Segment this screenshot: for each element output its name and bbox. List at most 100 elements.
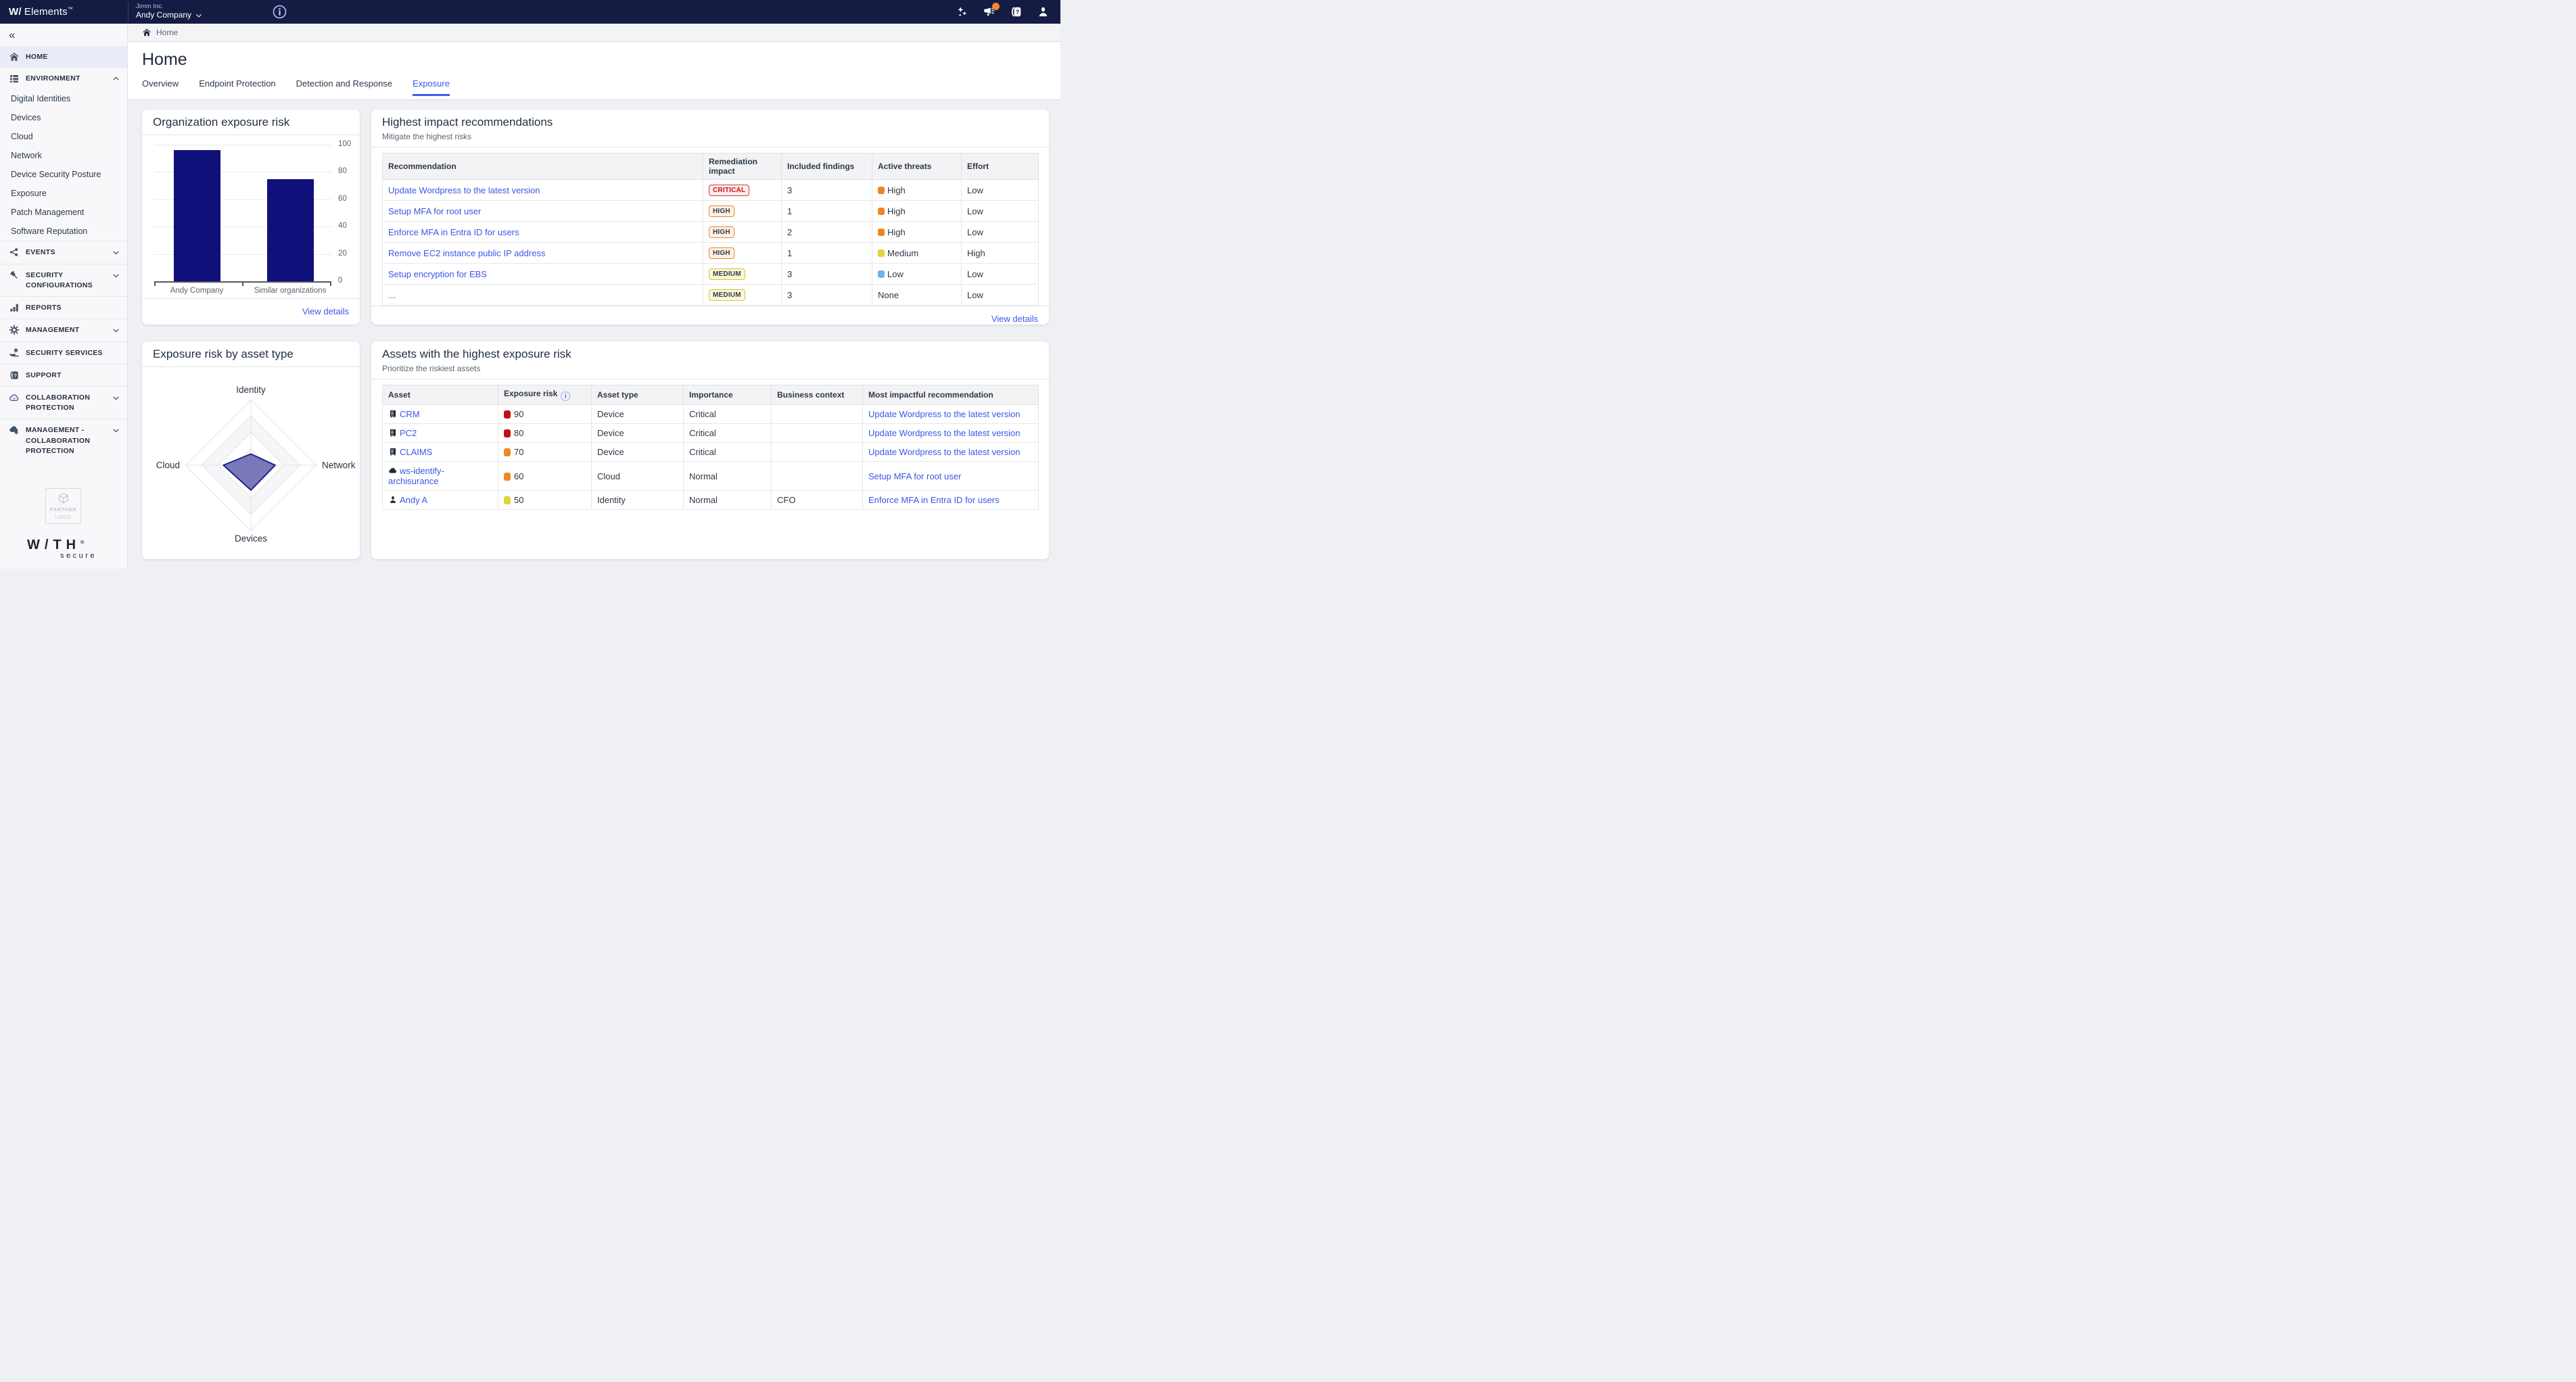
notification-badge xyxy=(992,3,1000,10)
card-subtitle: Prioritize the riskiest assets xyxy=(382,364,1038,373)
importance-value: Normal xyxy=(684,491,772,510)
cube-icon xyxy=(57,492,70,505)
column-header-exposure-risk: Exposure riski xyxy=(498,385,592,405)
svg-text:?: ? xyxy=(1016,9,1020,16)
elements-logo: W/Elements™ xyxy=(0,6,128,18)
recommendation-link[interactable]: ... xyxy=(388,290,396,300)
y-axis-tick-label: 40 xyxy=(338,222,347,230)
tab-detection-and-response[interactable]: Detection and Response xyxy=(296,78,392,96)
breadcrumb[interactable]: Home xyxy=(128,24,1060,42)
recommendation-link[interactable]: Update Wordpress to the latest version xyxy=(868,409,1021,419)
recommendation-link[interactable]: Update Wordpress to the latest version xyxy=(868,447,1021,457)
y-axis-tick-label: 80 xyxy=(338,167,347,175)
effort-value: Low xyxy=(962,222,1039,243)
asset-type-value: Device xyxy=(592,424,684,443)
tab-overview[interactable]: Overview xyxy=(142,78,179,96)
radar-axis-label-identity: Identity xyxy=(236,385,266,395)
recommendation-link[interactable]: Update Wordpress to the latest version xyxy=(388,185,540,195)
info-icon[interactable] xyxy=(272,4,287,20)
help-icon[interactable]: ? xyxy=(1010,5,1023,18)
included-findings-value: 3 xyxy=(782,264,872,285)
impact-badge: HIGH xyxy=(709,227,734,238)
sidebar-item-security-services[interactable]: SECURITY SERVICES xyxy=(0,341,127,364)
brand-word: W/TH xyxy=(27,538,80,552)
column-header-remediation-impact: Remediation impact xyxy=(703,153,782,180)
sidebar-item-label: HOME xyxy=(26,51,48,62)
sidebar-item-reports[interactable]: REPORTS xyxy=(0,296,127,318)
table-row: ws-identify-archisurance60CloudNormalSet… xyxy=(383,462,1039,491)
sidebar-item-home[interactable]: HOME xyxy=(0,46,127,68)
person-icon xyxy=(388,495,398,504)
sidebar-item-digital-identities[interactable]: Digital Identities xyxy=(0,89,127,108)
assets-table: AssetExposure riskiAsset typeImportanceB… xyxy=(382,385,1039,510)
sidebar-collapse-button[interactable]: « xyxy=(0,24,127,46)
sidebar-item-events[interactable]: EVENTS xyxy=(0,241,127,263)
info-icon[interactable]: i xyxy=(561,391,570,401)
sparkles-icon[interactable] xyxy=(956,5,968,18)
sidebar-item-network[interactable]: Network xyxy=(0,146,127,165)
page-title: Home xyxy=(142,50,1060,70)
logo-tm: ™ xyxy=(68,6,73,12)
partner-logo-line1: PARTNER xyxy=(50,506,77,513)
main-area: Home Home Overview Endpoint Protection Det… xyxy=(128,24,1060,569)
asset-link[interactable]: Andy A xyxy=(400,495,427,505)
tab-endpoint-protection[interactable]: Endpoint Protection xyxy=(199,78,275,96)
table-row: PC280DeviceCriticalUpdate Wordpress to t… xyxy=(383,424,1039,443)
chart-icon xyxy=(9,302,20,313)
importance-value: Critical xyxy=(684,443,772,462)
x-axis-category-label: Andy Company xyxy=(170,287,224,295)
impact-badge: CRITICAL xyxy=(709,185,749,196)
effort-value: High xyxy=(962,243,1039,264)
active-threats-value: High xyxy=(872,180,962,201)
column-header-most-impactful-recommendation: Most impactful recommendation xyxy=(863,385,1039,405)
sidebar-item-collaboration-protection[interactable]: COLLABORATION PROTECTION xyxy=(0,386,127,419)
withsecure-logo: W/TH® secure xyxy=(27,538,97,560)
included-findings-value: 3 xyxy=(782,180,872,201)
home-icon xyxy=(9,51,20,62)
view-details-link[interactable]: View details xyxy=(302,306,349,316)
card-title: Highest impact recommendations xyxy=(382,116,1038,129)
sidebar-item-exposure[interactable]: Exposure xyxy=(0,184,127,203)
account-icon[interactable] xyxy=(1037,5,1050,18)
recommendation-link[interactable]: Setup MFA for root user xyxy=(388,206,481,216)
active-threats-value: None xyxy=(872,285,962,306)
megaphone-icon[interactable] xyxy=(983,5,996,18)
sidebar-item-environment[interactable]: ENVIRONMENT xyxy=(0,68,127,89)
sidebar-item-patch-management[interactable]: Patch Management xyxy=(0,203,127,222)
chevron-down-icon xyxy=(195,11,203,20)
card-organization-exposure-risk: Organization exposure risk 020406080100A… xyxy=(142,110,360,325)
radar-axis-label-devices: Devices xyxy=(235,533,267,544)
tab-exposure[interactable]: Exposure xyxy=(413,78,450,96)
asset-link[interactable]: CLAIMS xyxy=(400,447,432,457)
recommendation-link[interactable]: Setup encryption for EBS xyxy=(388,269,487,279)
sidebar-item-management[interactable]: MANAGEMENT xyxy=(0,318,127,341)
view-details-link[interactable]: View details xyxy=(991,314,1038,324)
y-axis-tick-label: 20 xyxy=(338,249,347,258)
brand-mark: ® xyxy=(80,540,84,545)
asset-link[interactable]: PC2 xyxy=(400,428,417,438)
sidebar-item-cloud[interactable]: Cloud xyxy=(0,127,127,146)
impact-badge: MEDIUM xyxy=(709,289,745,301)
table-row: Setup encryption for EBSMEDIUM3LowLow xyxy=(383,264,1039,285)
threat-level-swatch xyxy=(878,249,885,257)
sidebar-item-devices[interactable]: Devices xyxy=(0,108,127,127)
column-header-active-threats: Active threats xyxy=(872,153,962,180)
sidebar-item-support[interactable]: ?SUPPORT xyxy=(0,364,127,386)
sidebar-item-management-collaboration-protection[interactable]: MANAGEMENT - COLLABORATION PROTECTION xyxy=(0,419,127,462)
recommendation-link[interactable]: Update Wordpress to the latest version xyxy=(868,428,1021,438)
recommendation-link[interactable]: Enforce MFA in Entra ID for users xyxy=(388,227,519,237)
recommendation-link[interactable]: Enforce MFA in Entra ID for users xyxy=(868,495,1000,505)
recommendation-link[interactable]: Remove EC2 instance public IP address xyxy=(388,248,545,258)
company-switcher[interactable]: Jimm Inc. Andy Company xyxy=(136,3,203,20)
business-context-value xyxy=(772,424,863,443)
asset-link[interactable]: CRM xyxy=(400,409,420,419)
included-findings-value: 3 xyxy=(782,285,872,306)
sidebar-item-device-security-posture[interactable]: Device Security Posture xyxy=(0,165,127,184)
cloudlight-icon xyxy=(9,392,20,403)
recommendation-link[interactable]: Setup MFA for root user xyxy=(868,471,961,481)
card-subtitle: Mitigate the highest risks xyxy=(382,132,1038,141)
radar-axis-label-network: Network xyxy=(322,460,356,471)
sidebar-item-software-reputation[interactable]: Software Reputation xyxy=(0,222,127,241)
sidebar-item-security-configurations[interactable]: SECURITY CONFIGURATIONS xyxy=(0,264,127,296)
importance-value: Normal xyxy=(684,462,772,491)
